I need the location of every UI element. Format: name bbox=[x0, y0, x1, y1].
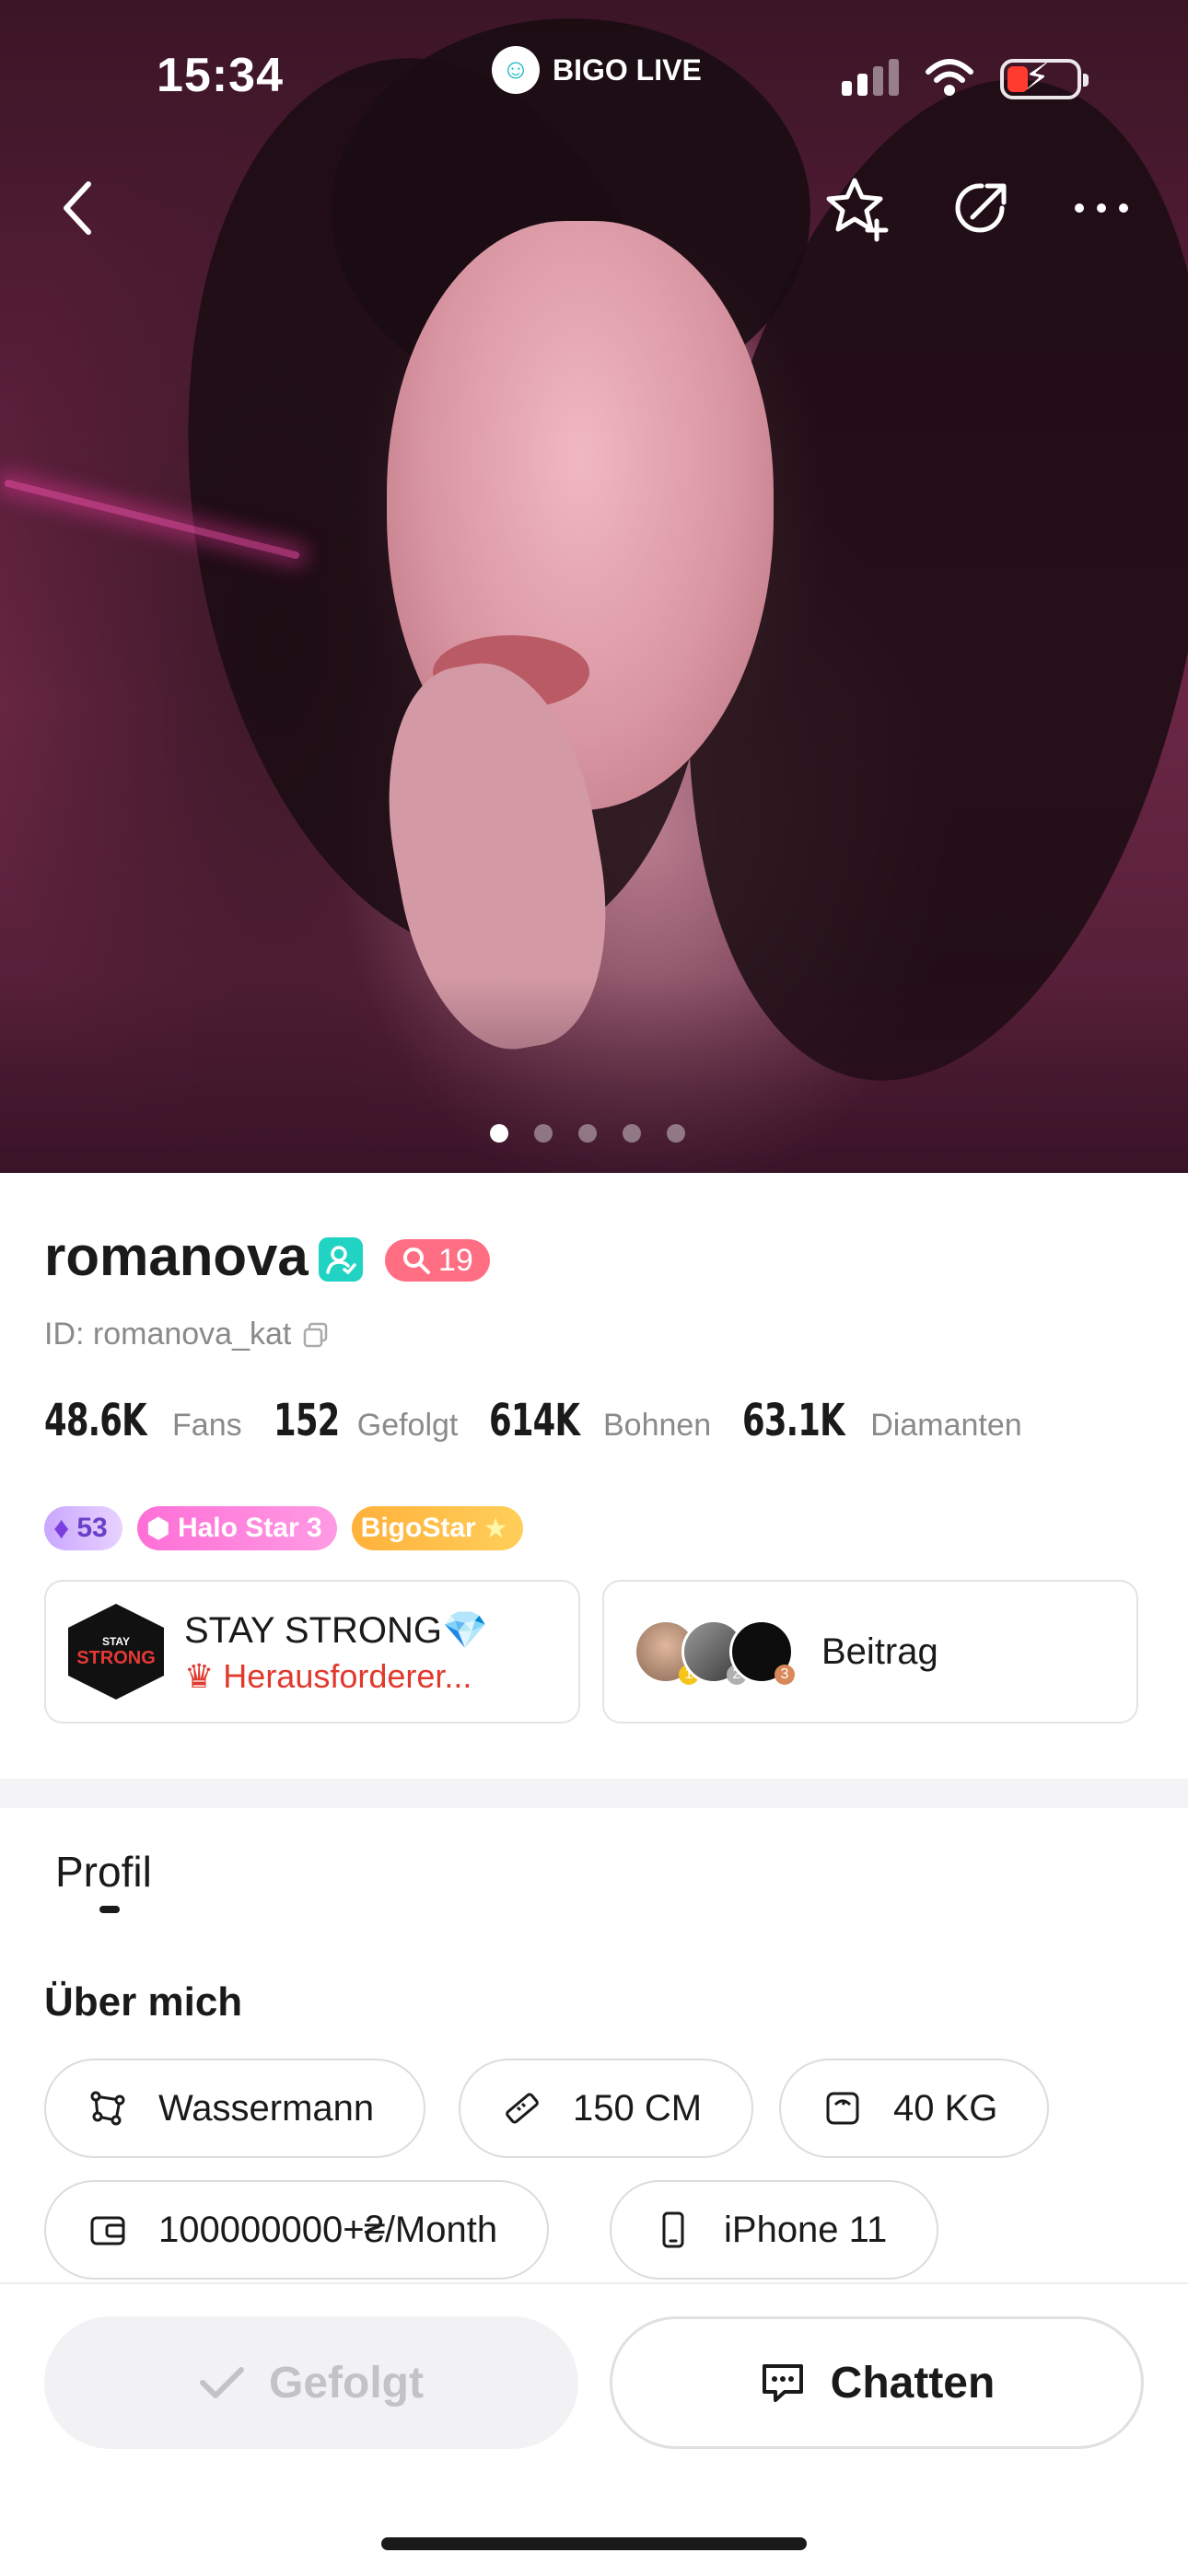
following-count[interactable]: 152 bbox=[274, 1395, 340, 1446]
verified-user-icon bbox=[326, 1246, 356, 1275]
ruler-icon bbox=[506, 2093, 539, 2124]
diamond-icon: ♦ bbox=[53, 1510, 70, 1546]
diamonds-label: Diamanten bbox=[870, 1408, 1022, 1443]
beans-label: Bohnen bbox=[602, 1408, 712, 1443]
home-indicator[interactable] bbox=[381, 2537, 807, 2550]
device-tag: iPhone 11 bbox=[610, 2180, 939, 2280]
crown-icon: ♛ bbox=[184, 1656, 215, 1695]
username: romanova bbox=[44, 1225, 309, 1287]
status-time: 15:34 bbox=[157, 49, 284, 102]
contribution-card[interactable]: 1 2 3 Beitrag bbox=[602, 1580, 1138, 1723]
copy-icon[interactable] bbox=[302, 1321, 330, 1349]
tab-indicator bbox=[99, 1906, 120, 1913]
check-icon bbox=[200, 2367, 244, 2398]
wifi-icon bbox=[926, 59, 973, 96]
family-title: STAY STRONG💎 bbox=[184, 1609, 488, 1651]
chat-button[interactable]: Chatten bbox=[610, 2316, 1144, 2449]
following-button-label: Gefolgt bbox=[269, 2358, 424, 2408]
bigo-logo-icon: ☺ bbox=[492, 46, 540, 94]
user-id[interactable]: ID: romanova_kat bbox=[44, 1317, 330, 1352]
signal-icon bbox=[842, 59, 899, 96]
app-name: BIGO LIVE bbox=[553, 52, 702, 87]
weight-tag: 40 KG bbox=[779, 2059, 1050, 2158]
following-button[interactable]: Gefolgt bbox=[44, 2316, 578, 2449]
wealth-level-value: 53 bbox=[76, 1513, 108, 1543]
wealth-level-chip[interactable]: ♦ 53 bbox=[44, 1506, 122, 1550]
tab-profile[interactable]: Profil bbox=[55, 1847, 152, 1897]
halo-star-label: Halo Star 3 bbox=[177, 1513, 322, 1543]
family-logo-main: STRONG bbox=[76, 1648, 156, 1668]
contribution-label: Beitrag bbox=[821, 1630, 938, 1672]
app-brand: ☺ BIGO LIVE bbox=[492, 46, 702, 94]
income-tag: 100000000+₴/Month bbox=[44, 2180, 550, 2280]
family-rank: ♛ Herausforderer... bbox=[184, 1657, 488, 1696]
back-icon bbox=[64, 181, 91, 235]
diamonds-count: 63.1K bbox=[742, 1395, 845, 1446]
rank-badge: 3 bbox=[775, 1665, 795, 1685]
scale-icon bbox=[826, 2092, 859, 2125]
family-card[interactable]: STAY STRONG STAY STRONG💎 ♛ Herausforderer… bbox=[44, 1580, 580, 1723]
chat-button-label: Chatten bbox=[830, 2358, 996, 2408]
more-icon bbox=[1075, 203, 1128, 213]
fans-count[interactable]: 48.6K bbox=[44, 1395, 147, 1446]
user-level-value: 19 bbox=[438, 1242, 473, 1278]
badge-chips: ♦ 53 ⬢ Halo Star 3 BigoStar ★ bbox=[44, 1506, 523, 1550]
chat-icon bbox=[762, 2364, 803, 2402]
back-button[interactable] bbox=[41, 171, 114, 245]
family-logo: STAY STRONG bbox=[68, 1604, 164, 1700]
halo-star-chip[interactable]: ⬢ Halo Star 3 bbox=[136, 1506, 337, 1550]
verified-badge bbox=[319, 1237, 363, 1282]
favorite-button[interactable] bbox=[821, 171, 895, 245]
height-label: 150 CM bbox=[573, 2087, 703, 2129]
bigostar-label: BigoStar bbox=[360, 1513, 476, 1543]
zodiac-icon bbox=[90, 2091, 125, 2126]
user-level-badge[interactable]: 19 bbox=[385, 1239, 490, 1282]
star-add-icon bbox=[826, 178, 889, 242]
height-tag: 150 CM bbox=[459, 2059, 754, 2158]
more-button[interactable] bbox=[1065, 171, 1138, 245]
battery-charging-icon: ⚡ bbox=[1000, 57, 1089, 99]
top-contributors: 1 2 3 bbox=[634, 1619, 795, 1685]
zodiac-tag: Wassermann bbox=[44, 2059, 426, 2158]
following-label[interactable]: Gefolgt bbox=[357, 1408, 459, 1444]
wallet-icon bbox=[90, 2216, 125, 2245]
family-logo-top: STAY bbox=[101, 1635, 130, 1648]
avatar: 3 bbox=[729, 1619, 795, 1685]
family-rank-text: Herausforderer... bbox=[223, 1656, 472, 1695]
section-divider bbox=[0, 1779, 1188, 1808]
profile-stats: 48.6K Fans 152 Gefolgt 614K Bohnen 63.1K… bbox=[44, 1395, 1041, 1446]
halo-icon: ⬢ bbox=[146, 1513, 170, 1544]
level-icon bbox=[403, 1247, 430, 1274]
zodiac-label: Wassermann bbox=[158, 2087, 375, 2129]
about-heading: Über mich bbox=[44, 1979, 243, 2025]
income-label: 100000000+₴/Month bbox=[158, 2209, 498, 2250]
bigostar-chip[interactable]: BigoStar ★ bbox=[351, 1506, 523, 1550]
weight-label: 40 KG bbox=[893, 2087, 998, 2129]
phone-icon bbox=[662, 2211, 684, 2248]
device-label: iPhone 11 bbox=[724, 2209, 888, 2250]
beans-count: 614K bbox=[489, 1395, 580, 1446]
photo-page-indicator bbox=[490, 1124, 685, 1143]
share-button[interactable] bbox=[945, 171, 1019, 245]
star-icon: ★ bbox=[483, 1513, 508, 1544]
share-icon bbox=[955, 183, 1007, 233]
fans-label[interactable]: Fans bbox=[172, 1408, 242, 1444]
user-id-text: ID: romanova_kat bbox=[44, 1317, 292, 1352]
